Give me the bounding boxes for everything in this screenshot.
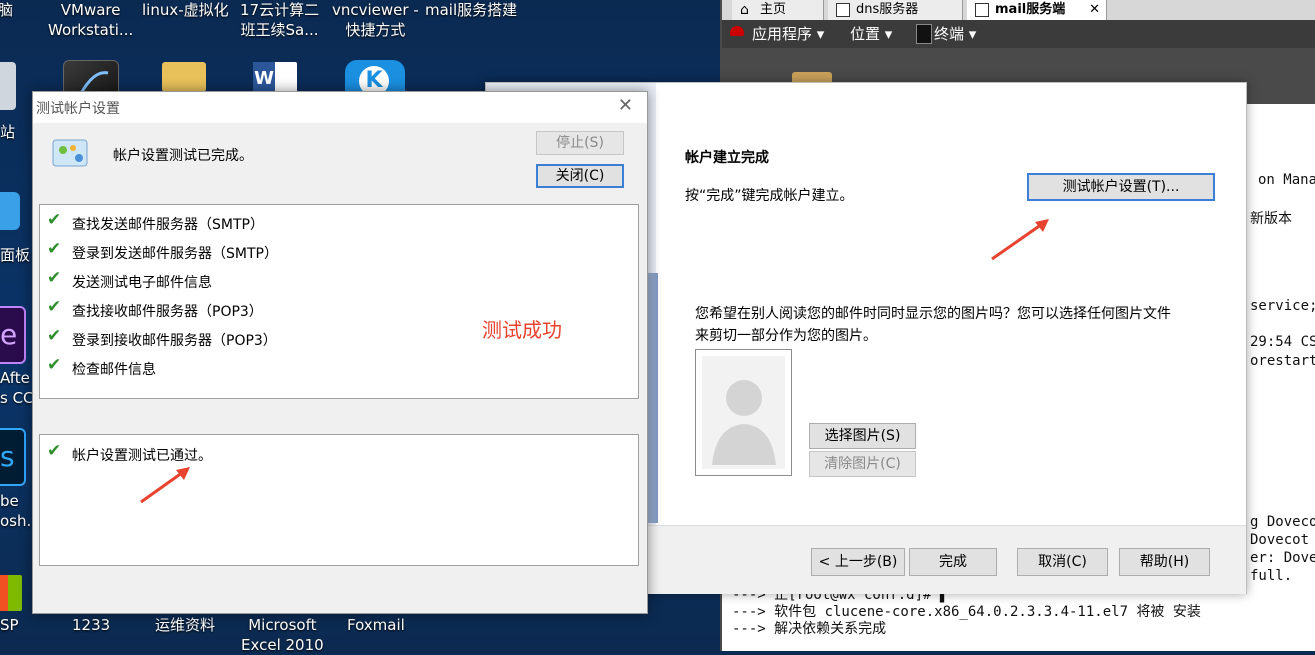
tab-label: mail服务端	[995, 2, 1066, 17]
terminal-menu-icon	[916, 24, 932, 44]
vnc-tab-bar: ⌂ 主页 dns服务器 mail服务端 ✕	[722, 0, 1315, 21]
person-placeholder-icon	[702, 356, 785, 469]
folder-icon[interactable]	[162, 62, 206, 92]
label-line: 17云计算二	[240, 1, 320, 19]
help-button[interactable]: 帮助(H)	[1119, 548, 1210, 576]
checkmark-icon: ✔	[47, 268, 62, 288]
task-item: 发送测试电子邮件信息	[72, 275, 212, 291]
choose-picture-button[interactable]: 选择图片(S)	[809, 423, 916, 449]
close-icon[interactable]: ✕	[618, 95, 633, 116]
terminal-tab-icon	[836, 3, 850, 17]
ps-letter-icon: s	[0, 440, 15, 473]
tab-home[interactable]: ⌂ 主页	[732, 0, 824, 20]
tab-label: 主页	[760, 2, 787, 17]
desktop-icon-label-vmware[interactable]: VMware Workstati...	[48, 0, 133, 40]
menu-terminal[interactable]: 终端 ▾	[934, 24, 976, 44]
terminal-fragment: service;	[1250, 298, 1315, 314]
picture-question: 您希望在别人阅读您的邮件时同时显示您的图片吗？您可以选择任何图片文件 来剪切一部…	[695, 303, 1171, 347]
checkmark-icon: ✔	[47, 441, 62, 461]
label-line: 班王续Sa...	[240, 21, 319, 39]
dialog-title: 测试帐户设置	[36, 101, 120, 117]
label-line: 快捷方式	[345, 21, 406, 39]
task-item: 检查邮件信息	[72, 362, 156, 378]
annotation-text: 测试成功	[482, 318, 562, 342]
result-text: 帐户设置测试已通过。	[72, 448, 212, 464]
label-line: Workstati...	[48, 21, 134, 39]
settings-test-icon	[52, 139, 88, 167]
control-panel-icon[interactable]	[0, 192, 20, 230]
ae-letter-icon: e	[0, 318, 18, 351]
label-line: vncviewer -	[332, 1, 419, 19]
desktop-icon-label-control-panel[interactable]: 面板	[0, 245, 30, 265]
picture-question-line: 来剪切一部分作为您的图片。	[695, 328, 877, 344]
picture-question-line: 您希望在别人阅读您的邮件时同时显示您的图片吗？您可以选择任何图片文件	[695, 306, 1171, 322]
desktop-icon-label-1233[interactable]: 1233	[72, 615, 110, 635]
task-item: 登录到接收邮件服务器（POP3）	[72, 333, 277, 349]
tab-label: dns服务器	[856, 2, 919, 17]
shield-icon[interactable]	[0, 575, 22, 611]
terminal-fragment: g Dovecot	[1250, 514, 1315, 530]
task-item: 登录到发送邮件服务器（SMTP）	[72, 246, 278, 262]
label-line: VMware	[60, 1, 121, 19]
task-item: 查找接收邮件服务器（POP3）	[72, 304, 263, 320]
stop-button[interactable]: 停止(S)	[536, 131, 624, 155]
label-line: Excel 2010	[241, 636, 324, 654]
desktop-icon-label-linux[interactable]: linux-虚拟化	[142, 0, 229, 20]
desktop-icon-label-vnc[interactable]: vncviewer - 快捷方式	[332, 0, 419, 40]
terminal-tab-icon	[975, 3, 989, 17]
terminal-fragment: 29:54 CST	[1250, 334, 1315, 350]
terminal-fragment: full.	[1250, 568, 1293, 584]
checkmark-icon: ✔	[47, 326, 62, 346]
desktop-icon-label-mail[interactable]: mail服务搭建	[425, 0, 517, 20]
task-item: 查找发送邮件服务器（SMTP）	[72, 217, 264, 233]
redhat-icon	[730, 26, 744, 36]
desktop-icon-label-excel[interactable]: Microsoft Excel 2010	[241, 615, 324, 655]
test-account-dialog: 测试帐户设置 ✕ 帐户设置测试已完成。 停止(S) 关闭(C) ✔ 查找发送邮件…	[32, 91, 648, 614]
desktop-icon-label-foxmail[interactable]: Foxmail	[347, 615, 405, 635]
cancel-button[interactable]: 取消(C)	[1017, 548, 1108, 576]
terminal-fragment: orestarts	[1250, 353, 1315, 369]
terminal-fragment: 新版本	[1250, 211, 1292, 227]
profile-picture-frame	[695, 349, 792, 476]
wizard-instruction: 按“完成”键完成帐户建立。	[685, 188, 854, 204]
terminal-fragment: on Manage	[1258, 172, 1315, 188]
finish-button[interactable]: 完成	[909, 548, 997, 576]
tab-dns-server[interactable]: dns服务器	[828, 0, 963, 20]
label-line: Microsoft	[248, 616, 317, 634]
test-result-box: ✔ 帐户设置测试已通过。	[39, 434, 639, 566]
test-account-settings-button[interactable]: 测试帐户设置(T)...	[1027, 173, 1215, 201]
checkmark-icon: ✔	[47, 210, 62, 230]
checkmark-icon: ✔	[47, 355, 62, 375]
terminal-fragment: er: Dove	[1250, 550, 1315, 566]
terminal-fragment: Dovecot	[1250, 532, 1310, 548]
dialog-titlebar: 测试帐户设置 ✕	[33, 92, 647, 123]
desktop-icon-label-after-effects[interactable]: Afte s CC	[0, 368, 34, 408]
checkmark-icon: ✔	[47, 297, 62, 317]
menu-applications[interactable]: 应用程序 ▾	[752, 24, 824, 44]
label-line: Afte	[0, 369, 30, 387]
recycle-bin-icon[interactable]	[0, 62, 16, 110]
menu-places[interactable]: 位置 ▾	[850, 24, 892, 44]
checkmark-icon: ✔	[47, 239, 62, 259]
wizard-heading: 帐户建立完成	[685, 150, 769, 166]
test-status-text: 帐户设置测试已完成。	[113, 148, 253, 164]
close-button[interactable]: 关闭(C)	[536, 164, 624, 188]
back-button[interactable]: < 上一步(B)	[811, 548, 905, 576]
gnome-top-bar: 应用程序 ▾ 位置 ▾ 终端 ▾	[722, 20, 1315, 48]
desktop-icon-label-computer[interactable]: 脑	[0, 0, 13, 20]
tab-close-icon[interactable]: ✕	[1089, 0, 1100, 19]
clear-picture-button[interactable]: 清除图片(C)	[809, 451, 916, 477]
desktop-icon-label-recycle[interactable]: 站	[0, 122, 15, 142]
after-effects-icon[interactable]: e	[0, 306, 26, 364]
label-line: s CC	[0, 389, 34, 407]
home-icon: ⌂	[740, 2, 749, 18]
desktop-icon-label-ops[interactable]: 运维资料	[155, 615, 215, 635]
desktop-icon-label-doc[interactable]: 17云计算二 班王续Sa...	[240, 0, 319, 40]
terminal-line: ---> 解决依赖关系完成	[732, 621, 887, 637]
desktop-icon-label-sp[interactable]: SP	[0, 615, 19, 635]
photoshop-icon[interactable]: s	[0, 428, 26, 486]
test-task-list: ✔ 查找发送邮件服务器（SMTP） ✔ 登录到发送邮件服务器（SMTP） ✔ 发…	[39, 204, 639, 399]
tab-mail-server[interactable]: mail服务端 ✕	[967, 0, 1107, 20]
